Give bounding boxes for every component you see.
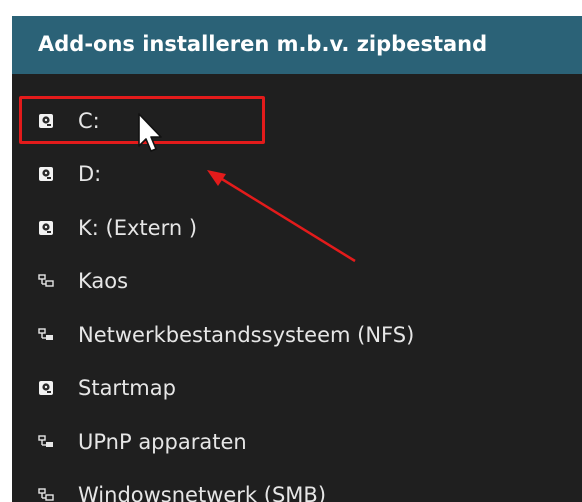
- network-icon: [38, 435, 53, 447]
- list-item-kaos[interactable]: Kaos: [12, 255, 582, 309]
- list-item-label: Netwerkbestandssysteem (NFS): [78, 322, 415, 347]
- list-item-label: Kaos: [78, 269, 129, 294]
- hard-drive-icon: [39, 220, 53, 235]
- list-item-label: Startmap: [78, 376, 176, 401]
- list-item-label: D:: [78, 162, 102, 187]
- source-list: C: D: K: (Extern ) Kaos Netwerkbestandss…: [12, 94, 582, 502]
- list-item-d-drive[interactable]: D:: [12, 148, 582, 202]
- network-icon: [38, 488, 54, 501]
- list-item-label: UPnP apparaten: [78, 429, 247, 454]
- list-item-label: K: (Extern ): [78, 215, 198, 240]
- list-item-upnp[interactable]: UPnP apparaten: [12, 415, 582, 469]
- list-item-k-drive[interactable]: K: (Extern ): [12, 201, 582, 255]
- network-icon: [38, 274, 54, 287]
- list-item-smb[interactable]: Windowsnetwerk (SMB): [12, 469, 582, 502]
- hard-drive-icon: [39, 381, 53, 396]
- list-item-nfs[interactable]: Netwerkbestandssysteem (NFS): [12, 308, 582, 362]
- network-icon: [38, 328, 53, 340]
- hard-drive-icon: [39, 167, 53, 182]
- dialog-header: Add-ons installeren m.b.v. zipbestand: [12, 16, 582, 74]
- list-item-label: Windowsnetwerk (SMB): [78, 483, 327, 502]
- dialog-title: Add-ons installeren m.b.v. zipbestand: [38, 32, 488, 56]
- addon-zip-dialog: Add-ons installeren m.b.v. zipbestand C:…: [12, 16, 582, 502]
- list-item-startmap[interactable]: Startmap: [12, 362, 582, 416]
- highlight-box: [19, 96, 265, 144]
